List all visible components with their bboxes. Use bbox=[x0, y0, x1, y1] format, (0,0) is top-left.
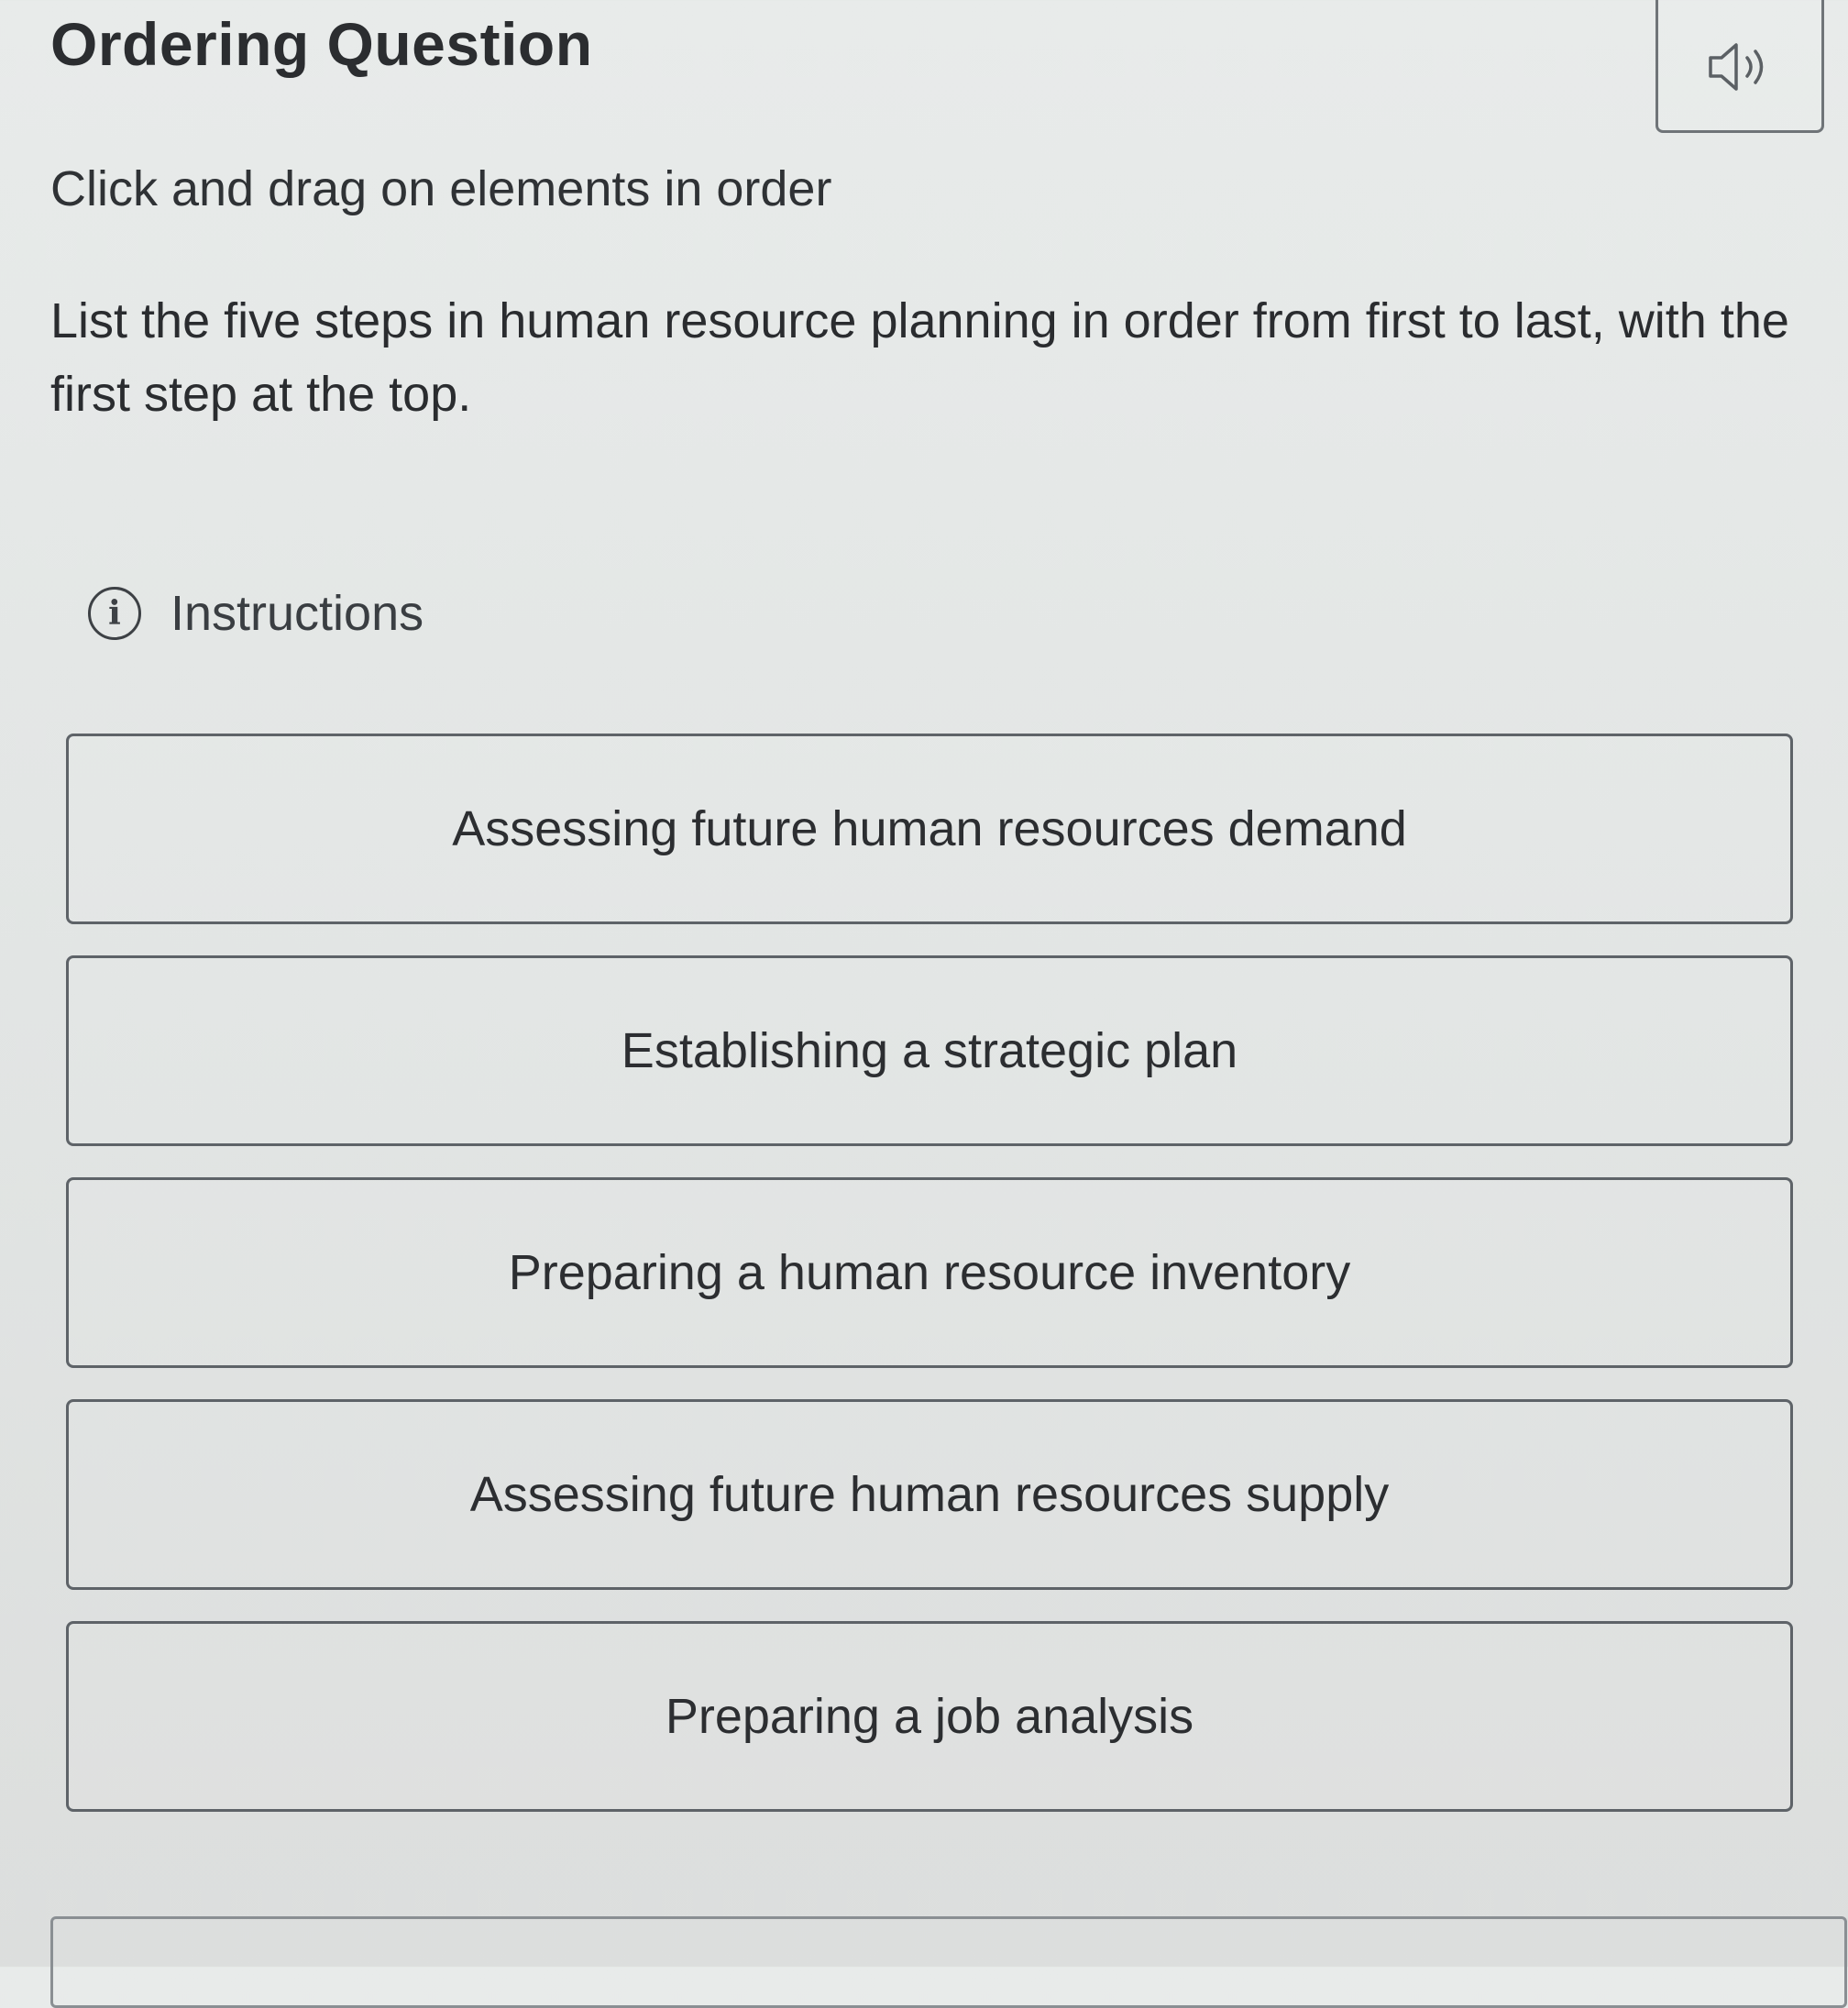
draggable-item[interactable]: Assessing future human resources supply bbox=[66, 1399, 1793, 1590]
read-aloud-button[interactable] bbox=[1656, 0, 1824, 133]
instructions-label: Instructions bbox=[170, 586, 424, 641]
draggable-item[interactable]: Assessing future human resources demand bbox=[66, 734, 1793, 924]
question-text: List the five steps in human resource pl… bbox=[50, 293, 1789, 422]
draggable-item[interactable]: Preparing a human resource inventory bbox=[66, 1177, 1793, 1368]
page-title: Ordering Question bbox=[50, 10, 593, 78]
instructions-toggle[interactable]: i Instructions bbox=[88, 585, 424, 642]
info-icon: i bbox=[88, 587, 141, 640]
speaker-icon bbox=[1709, 42, 1764, 91]
ordering-question-page: Ordering Question Click and drag on elem… bbox=[0, 0, 1848, 2008]
draggable-item[interactable]: Preparing a job analysis bbox=[66, 1621, 1793, 1812]
next-panel-edge bbox=[50, 1916, 1847, 2008]
draggable-item[interactable]: Establishing a strategic plan bbox=[66, 955, 1793, 1146]
ordering-list: Assessing future human resources demand … bbox=[66, 734, 1793, 1843]
drag-directive: Click and drag on elements in order bbox=[50, 161, 832, 216]
